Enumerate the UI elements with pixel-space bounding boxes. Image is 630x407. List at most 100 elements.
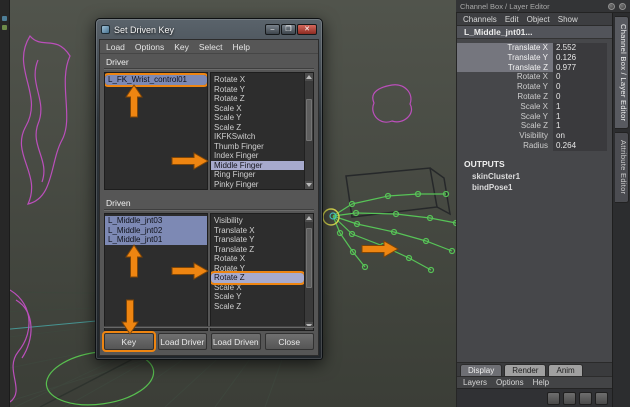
driver-object-list[interactable]: L_FK_Wrist_control01 (104, 72, 208, 190)
channel-name[interactable]: Rotate Z (457, 92, 553, 102)
channel-box-menu-item[interactable]: Channels (463, 15, 497, 24)
driven-attribute-list[interactable]: Visibility Translate X Translate Y Translat… (210, 213, 314, 331)
driver-object-item[interactable]: L_FK_Wrist_control01 (105, 73, 207, 87)
channel-name[interactable]: Rotate X (457, 72, 553, 82)
side-panel-tab[interactable]: Attribute Editor (615, 132, 629, 203)
driven-object-item[interactable]: L_Middle_jnt03 (105, 216, 207, 226)
channel-row[interactable]: Scale Y 1 (457, 111, 612, 122)
driven-object-item[interactable]: L_Middle_jnt02 (105, 225, 207, 235)
driver-attribute-item[interactable]: Middle Finger (211, 160, 304, 170)
panel-toggle-icon[interactable] (619, 2, 626, 10)
driver-attribute-item[interactable]: Scale Z (211, 123, 304, 133)
channel-name[interactable]: Translate Y (457, 52, 553, 63)
driven-attribute-item[interactable]: Rotate Z (211, 271, 304, 285)
channel-name[interactable]: Scale Y (457, 112, 553, 122)
channel-value-field[interactable]: 0 (553, 72, 607, 83)
driver-attribute-item[interactable]: Scale X (211, 104, 304, 114)
move-layer-up-icon[interactable] (547, 391, 560, 405)
channel-row[interactable]: Translate Z 0.977 (457, 62, 612, 73)
driven-attribute-item[interactable]: Visibility (211, 216, 304, 226)
side-panel-tab[interactable]: Channel Box / Layer Editor (615, 16, 629, 130)
channel-value-field[interactable]: 1 (553, 121, 607, 132)
driver-attribute-item[interactable]: Rotate Z (211, 94, 304, 104)
channel-name[interactable]: Translate X (457, 43, 553, 53)
channel-row[interactable]: Rotate X 0 (457, 72, 612, 83)
layer-editor-tab[interactable]: Anim (548, 364, 583, 376)
driver-attribute-item[interactable]: IKFKSwitch (211, 132, 304, 142)
driver-attribute-scrollbar[interactable] (304, 73, 313, 189)
driven-attribute-item[interactable]: Translate X (211, 226, 304, 236)
driven-object-item[interactable]: L_Middle_jnt01 (105, 235, 207, 245)
output-node-item[interactable]: skinCluster1 (457, 171, 612, 182)
dialog-button[interactable]: Close (264, 333, 314, 350)
scrollbar-track[interactable] (305, 222, 313, 322)
channel-name[interactable]: Radius (457, 141, 553, 151)
channel-value-field[interactable]: 1 (553, 101, 607, 112)
channel-name[interactable]: Scale Z (457, 121, 553, 131)
scrollbar-track[interactable] (305, 81, 313, 181)
channel-row[interactable]: Scale Z 1 (457, 121, 612, 132)
driven-attribute-item[interactable]: Rotate Y (211, 264, 304, 274)
output-node-item[interactable]: bindPose1 (457, 182, 612, 193)
channel-value-field[interactable]: 0.977 (553, 62, 607, 73)
channel-row[interactable]: Visibility on (457, 131, 612, 141)
driven-attribute-item[interactable]: Translate Z (211, 245, 304, 255)
layer-editor-tab[interactable]: Display (460, 364, 503, 376)
dialog-menu-item[interactable]: Select (199, 42, 223, 52)
driver-attribute-item[interactable]: Scale Y (211, 113, 304, 123)
channel-row[interactable]: Radius 0.264 (457, 140, 612, 151)
scroll-down-icon[interactable] (305, 181, 313, 189)
scroll-up-icon[interactable] (305, 73, 313, 81)
new-layer-from-selection-icon[interactable] (595, 391, 608, 405)
channel-name[interactable]: Rotate Y (457, 82, 553, 92)
close-button[interactable]: ✕ (297, 24, 317, 35)
channel-row[interactable]: Translate Y 0.126 (457, 52, 612, 63)
move-layer-down-icon[interactable] (563, 391, 576, 405)
dialog-menu-item[interactable]: Options (135, 42, 164, 52)
toolbar-icon[interactable] (2, 25, 7, 30)
channel-value-field[interactable]: 2.552 (553, 43, 607, 53)
driven-attribute-item[interactable]: Rotate X (211, 254, 304, 264)
dialog-button[interactable]: Load Driven (211, 333, 261, 350)
scrollbar-thumb[interactable] (306, 99, 312, 141)
channel-box-menu-item[interactable]: Object (527, 15, 550, 24)
dialog-menu-item[interactable]: Help (233, 42, 250, 52)
channel-row[interactable]: Rotate Z 0 (457, 91, 612, 102)
channel-value-field[interactable]: 1 (553, 111, 607, 122)
channel-name[interactable]: Scale X (457, 102, 553, 112)
layer-menu-item[interactable]: Help (533, 378, 549, 387)
channel-row[interactable]: Scale X 1 (457, 101, 612, 112)
dialog-menu-item[interactable]: Key (174, 42, 189, 52)
channel-value-field[interactable]: 0.264 (553, 140, 607, 151)
channel-value-field[interactable]: on (553, 131, 607, 141)
driver-attribute-item[interactable]: Index Finger (211, 151, 304, 161)
maximize-button[interactable]: ❐ (281, 24, 296, 35)
layer-menu-item[interactable]: Options (496, 378, 524, 387)
driver-attribute-item[interactable]: Pinky Finger (211, 180, 304, 190)
channel-box-node-name[interactable]: L_Middle_jnt01... (457, 26, 612, 39)
driven-attribute-item[interactable]: Translate Y (211, 235, 304, 245)
minimize-button[interactable]: – (265, 24, 280, 35)
driven-attribute-item[interactable]: Scale X (211, 283, 304, 293)
driver-attribute-item[interactable]: Rotate X (211, 75, 304, 85)
channel-name[interactable]: Translate Z (457, 62, 553, 73)
channel-box-menu-item[interactable]: Edit (505, 15, 519, 24)
new-empty-layer-icon[interactable] (579, 391, 592, 405)
driver-attribute-list[interactable]: Rotate X Rotate Y Rotate Z Scale X Scale Y Sc… (210, 72, 314, 190)
dialog-menu-item[interactable]: Load (106, 42, 125, 52)
channel-box-menu-item[interactable]: Show (558, 15, 578, 24)
driven-attribute-item[interactable]: Scale Z (211, 302, 304, 312)
driven-attribute-scrollbar[interactable] (304, 214, 313, 330)
channel-value-field[interactable]: 0 (553, 91, 607, 102)
driver-attribute-item[interactable]: Ring Finger (211, 170, 304, 180)
channel-name[interactable]: Visibility (457, 131, 553, 141)
channel-row[interactable]: Translate X 2.552 (457, 43, 612, 53)
scroll-up-icon[interactable] (305, 214, 313, 222)
panel-toggle-icon[interactable] (608, 2, 615, 10)
layer-menu-item[interactable]: Layers (463, 378, 487, 387)
channel-value-field[interactable]: 0.126 (553, 52, 607, 63)
scrollbar-thumb[interactable] (306, 228, 312, 288)
driver-attribute-item[interactable]: Thumb Finger (211, 142, 304, 152)
channel-value-field[interactable]: 0 (553, 82, 607, 92)
window-titlebar[interactable]: Set Driven Key – ❐ ✕ (96, 19, 322, 38)
